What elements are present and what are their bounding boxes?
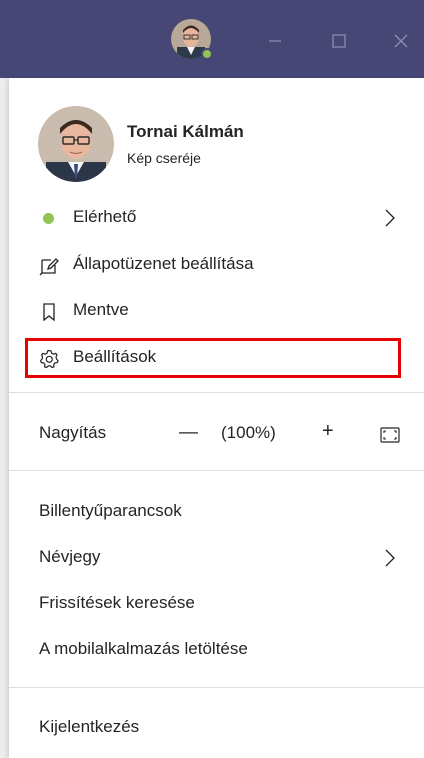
menu-item-status-message[interactable]: Állapotüzenet beállítása bbox=[9, 245, 424, 285]
profile-menu: Tornai Kálmán Kép cseréje Elérhető Állap… bbox=[9, 78, 424, 758]
minimize-icon bbox=[269, 40, 281, 42]
profile-name: Tornai Kálmán bbox=[127, 122, 244, 141]
zoom-out-button[interactable]: — bbox=[179, 422, 198, 444]
menu-divider bbox=[9, 392, 424, 393]
sign-out-label: Kijelentkezés bbox=[39, 717, 140, 736]
change-picture-link[interactable]: Kép cseréje bbox=[127, 150, 201, 166]
title-bar bbox=[0, 0, 424, 78]
about-label: Névjegy bbox=[39, 547, 101, 566]
profile-avatar[interactable] bbox=[38, 106, 114, 182]
download-mobile-label: A mobilalkalmazás letöltése bbox=[39, 639, 248, 658]
close-button[interactable] bbox=[384, 24, 418, 58]
minimize-button[interactable] bbox=[258, 24, 292, 58]
close-icon bbox=[394, 34, 408, 48]
menu-divider bbox=[9, 687, 424, 688]
edit-message-icon bbox=[39, 258, 59, 276]
menu-item-status[interactable]: Elérhető bbox=[9, 198, 424, 238]
menu-item-check-updates[interactable]: Frissítések keresése bbox=[9, 584, 424, 624]
check-updates-label: Frissítések keresése bbox=[39, 593, 195, 612]
settings-highlight-box bbox=[25, 338, 401, 378]
chevron-right-icon bbox=[385, 209, 395, 227]
menu-item-zoom: Nagyítás — (100%) + bbox=[9, 414, 424, 454]
fit-to-screen-icon[interactable] bbox=[379, 424, 401, 446]
saved-label: Mentve bbox=[73, 300, 129, 319]
menu-divider bbox=[9, 470, 424, 471]
maximize-button[interactable] bbox=[322, 24, 356, 58]
shortcuts-label: Billentyűparancsok bbox=[39, 501, 182, 520]
menu-item-saved[interactable]: Mentve bbox=[9, 291, 424, 331]
status-available-icon bbox=[43, 213, 54, 224]
menu-item-download-mobile[interactable]: A mobilalkalmazás letöltése bbox=[9, 630, 424, 670]
status-label: Elérhető bbox=[73, 207, 137, 226]
menu-item-about[interactable]: Névjegy bbox=[9, 538, 424, 578]
avatar-photo-icon bbox=[38, 106, 114, 182]
maximize-icon bbox=[332, 34, 346, 48]
bookmark-icon bbox=[43, 303, 55, 322]
presence-available-icon bbox=[201, 48, 213, 60]
zoom-value: (100%) bbox=[221, 423, 276, 442]
background-window-edge bbox=[0, 78, 9, 758]
menu-item-shortcuts[interactable]: Billentyűparancsok bbox=[9, 492, 424, 532]
status-message-label: Állapotüzenet beállítása bbox=[73, 254, 254, 273]
menu-item-sign-out[interactable]: Kijelentkezés bbox=[9, 708, 424, 748]
zoom-in-button[interactable]: + bbox=[322, 420, 334, 443]
zoom-label: Nagyítás bbox=[39, 423, 107, 442]
chevron-right-icon bbox=[385, 549, 395, 567]
